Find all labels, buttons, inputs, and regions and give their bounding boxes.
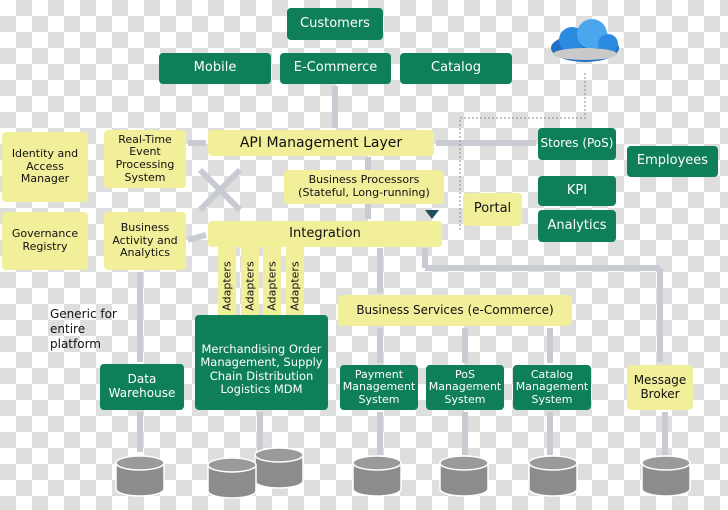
employees-box: Employees xyxy=(627,146,718,177)
adapter-box: Adapters xyxy=(218,246,236,326)
payment-management-box: Payment Management System xyxy=(340,365,418,410)
analytics-box: Analytics xyxy=(538,210,616,242)
database-icon xyxy=(439,455,489,497)
database-cylinders xyxy=(115,447,691,499)
data-warehouse-box: Data Warehouse xyxy=(100,364,184,410)
database-icon xyxy=(528,455,578,497)
merchandising-box: Merchandising Order Management, Supply C… xyxy=(195,315,328,410)
triangle-marker xyxy=(425,210,439,219)
business-services-box: Business Services (e-Commerce) xyxy=(338,295,572,326)
adapter-label: Adapters xyxy=(243,261,257,311)
database-icon xyxy=(207,457,257,499)
database-icon xyxy=(115,455,165,497)
governance-registry-box: Governance Registry xyxy=(2,212,88,270)
adapter-label: Adapters xyxy=(220,261,234,311)
mobile-box: Mobile xyxy=(159,53,271,84)
ecommerce-box: E-Commerce xyxy=(280,53,391,84)
message-broker-box: Message Broker xyxy=(627,365,693,410)
catalog-management-box: Catalog Management System xyxy=(513,365,591,410)
identity-access-manager-box: Identity and Access Manager xyxy=(2,132,88,202)
api-management-layer-box: API Management Layer xyxy=(208,130,434,156)
adapter-box: Adapters xyxy=(286,246,304,326)
stores-pos-box: Stores (PoS) xyxy=(538,128,616,160)
portal-box: Portal xyxy=(463,193,522,226)
cloud-icon xyxy=(551,19,619,62)
realtime-event-processing-box: Real-Time Event Processing System xyxy=(104,130,186,188)
business-processors-box: Business Processors (Stateful, Long-runn… xyxy=(284,170,444,204)
business-activity-analytics-box: Business Activity and Analytics xyxy=(104,212,186,270)
customers-box: Customers xyxy=(287,8,383,40)
database-icon xyxy=(254,447,304,489)
generic-platform-note: Generic for entire platform xyxy=(50,307,117,351)
adapter-box: Adapters xyxy=(241,246,259,326)
database-icon xyxy=(352,455,402,497)
kpi-box: KPI xyxy=(538,176,616,206)
adapter-label: Adapters xyxy=(288,261,302,311)
catalog-box: Catalog xyxy=(400,53,512,84)
pos-management-box: PoS Management System xyxy=(426,365,504,410)
integration-box: Integration xyxy=(208,221,442,247)
adapter-box: Adapters xyxy=(263,246,281,326)
adapter-label: Adapters xyxy=(265,261,279,311)
database-icon xyxy=(641,455,691,497)
